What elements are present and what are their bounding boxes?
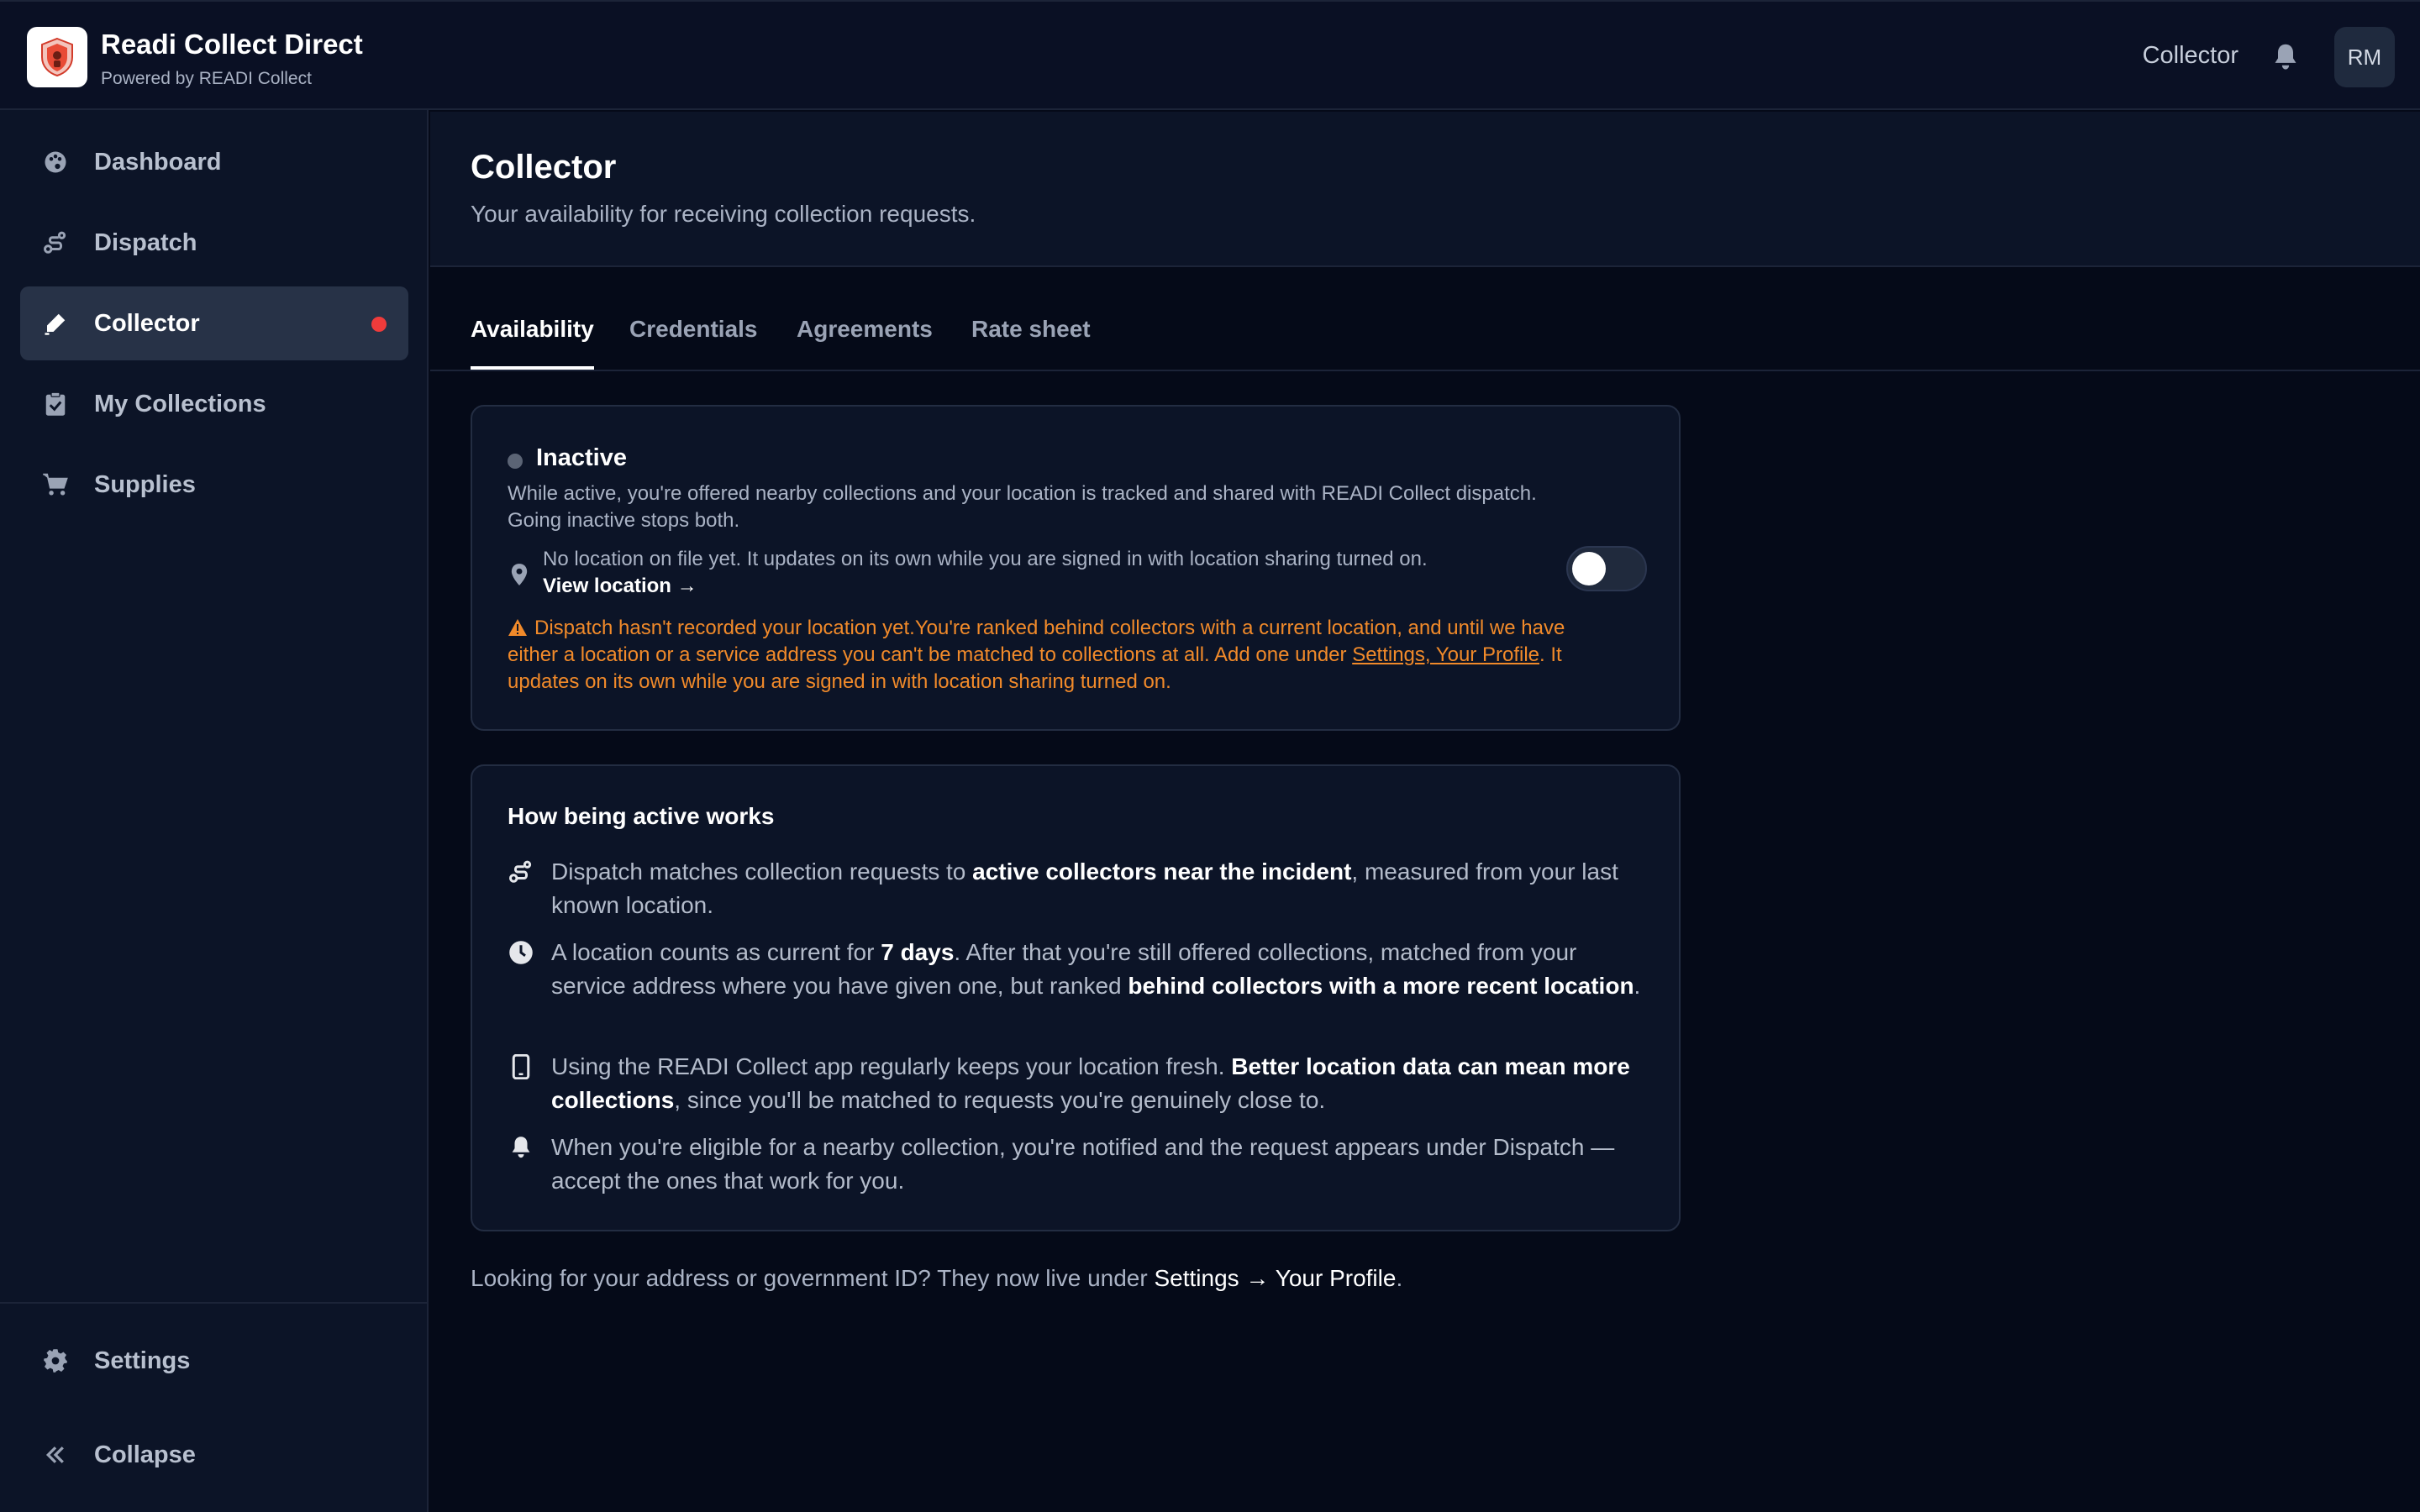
- sidebar-collapse-button[interactable]: Collapse: [20, 1418, 408, 1492]
- route-icon: [40, 228, 71, 258]
- status-indicator-dot: [508, 454, 523, 469]
- emphasis-text: 7 days: [881, 939, 955, 965]
- list-item-text: A location counts as current for 7 days.…: [551, 936, 1652, 1003]
- text-segment: , since you'll be matched to requests yo…: [674, 1087, 1326, 1113]
- sidebar-item-label: Collapse: [94, 1441, 196, 1468]
- location-message: No location on file yet. It updates on i…: [543, 548, 1428, 570]
- location-warning: Dispatch hasn't recorded your location y…: [508, 615, 1566, 696]
- profile-moved-note: Looking for your address or government I…: [471, 1265, 1402, 1292]
- view-location-link[interactable]: View location →: [543, 575, 697, 597]
- phone-icon: [508, 1053, 534, 1080]
- gear-icon: [40, 1346, 71, 1376]
- shield-logo-icon: [41, 37, 73, 77]
- tab-agreements[interactable]: Agreements: [797, 316, 933, 370]
- app-title: Readi Collect Direct: [101, 29, 363, 60]
- note-text: .: [1396, 1265, 1403, 1291]
- sidebar-item-dispatch[interactable]: Dispatch: [20, 206, 408, 280]
- bell-icon: [2275, 44, 2296, 70]
- note-text: Looking for your address or government I…: [471, 1265, 1155, 1291]
- role-label: Collector: [2142, 42, 2238, 69]
- sidebar-item-label: Dispatch: [94, 229, 197, 256]
- toggle-knob: [1572, 552, 1606, 585]
- sidebar-item-dashboard[interactable]: Dashboard: [20, 125, 408, 199]
- availability-toggle[interactable]: [1566, 546, 1647, 591]
- sidebar-item-collector[interactable]: Collector: [20, 286, 408, 360]
- sidebar-item-label: Dashboard: [94, 149, 222, 176]
- status-label: Inactive: [536, 444, 627, 471]
- clock-icon: [508, 939, 534, 966]
- sidebar-divider: [0, 1302, 427, 1304]
- sidebar-item-label: Supplies: [94, 471, 196, 498]
- location-status-text: No location on file yet. It updates on i…: [543, 546, 1467, 600]
- text-segment: Dispatch matches collection requests to: [551, 858, 973, 885]
- text-segment: When you're eligible for a nearby collec…: [551, 1134, 1615, 1194]
- tab-credentials[interactable]: Credentials: [629, 316, 758, 370]
- map-pin-icon: [511, 564, 528, 585]
- notifications-button[interactable]: [2267, 39, 2304, 76]
- top-bar: Readi Collect Direct Powered by READI Co…: [0, 0, 2420, 110]
- sidebar-item-my-collections[interactable]: My Collections: [20, 367, 408, 441]
- bell-icon: [508, 1134, 534, 1161]
- emphasis-text: active collectors near the incident: [972, 858, 1352, 885]
- page-header: Collector Your availability for receivin…: [430, 112, 2420, 267]
- how-active-works-card: How being active works Dispatch matches …: [471, 764, 1681, 1231]
- text-segment: Using the READI Collect app regularly ke…: [551, 1053, 1232, 1079]
- how-card-title: How being active works: [508, 803, 775, 829]
- status-description: While active, you're offered nearby coll…: [508, 482, 1537, 532]
- warning-triangle-icon: [508, 619, 527, 636]
- tab-bar: Availability Credentials Agreements Rate…: [430, 267, 2420, 371]
- cart-icon: [40, 470, 71, 500]
- user-avatar[interactable]: RM: [2334, 27, 2395, 87]
- app-logo[interactable]: [27, 27, 87, 87]
- sidebar-item-label: Collector: [94, 310, 200, 337]
- settings-profile-link[interactable]: Settings → Your Profile: [1154, 1265, 1396, 1291]
- sidebar-item-settings[interactable]: Settings: [20, 1324, 408, 1398]
- tab-availability[interactable]: Availability: [471, 316, 594, 370]
- sidebar-item-supplies[interactable]: Supplies: [20, 448, 408, 522]
- page-title: Collector: [471, 149, 617, 186]
- tab-rate-sheet[interactable]: Rate sheet: [971, 316, 1091, 370]
- list-item-text: Using the READI Collect app regularly ke…: [551, 1050, 1652, 1117]
- text-segment: A location counts as current for: [551, 939, 881, 965]
- list-item-text: Dispatch matches collection requests to …: [551, 855, 1652, 922]
- page-description: Your availability for receiving collecti…: [471, 201, 976, 227]
- chevrons-left-icon: [40, 1440, 71, 1470]
- sidebar-item-label: My Collections: [94, 391, 266, 417]
- emphasis-text: behind collectors with a more recent loc…: [1128, 973, 1634, 999]
- settings-profile-link[interactable]: Settings, Your Profile: [1352, 643, 1539, 666]
- app-subtitle: Powered by READI Collect: [101, 69, 312, 88]
- sidebar-item-label: Settings: [94, 1347, 191, 1374]
- clipboard-check-icon: [40, 389, 71, 419]
- availability-status-card: Inactive While active, you're offered ne…: [471, 405, 1681, 731]
- palette-icon: [40, 147, 71, 177]
- sidebar: Dashboard Dispatch Collector My Collecti…: [0, 110, 429, 1512]
- list-item-text: When you're eligible for a nearby collec…: [551, 1131, 1652, 1198]
- route-icon: [508, 858, 534, 885]
- text-segment: .: [1634, 973, 1641, 999]
- notification-badge: [371, 317, 387, 332]
- pen-icon: [40, 308, 71, 339]
